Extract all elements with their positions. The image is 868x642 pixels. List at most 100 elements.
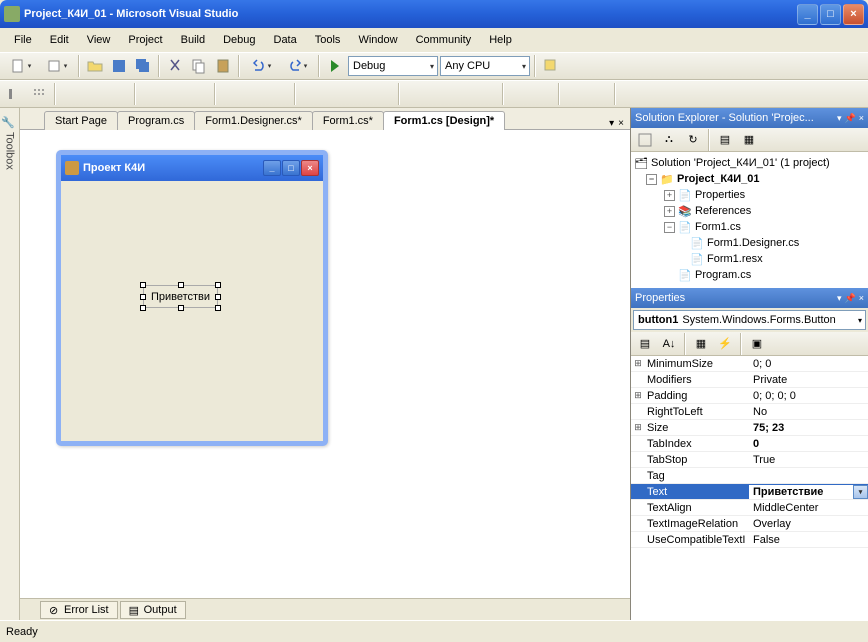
form-close-button[interactable]: × [301,160,319,176]
property-row[interactable]: TextПриветствие▾ [631,484,868,500]
align-tops-icon[interactable] [140,83,162,105]
menu-window[interactable]: Window [350,31,405,49]
prop-value[interactable]: False [749,534,868,546]
prop-value[interactable]: Private [749,374,868,386]
resize-handle-n[interactable] [178,282,184,288]
hspace-remove-icon[interactable] [372,83,394,105]
send-back-icon[interactable] [588,83,610,105]
tab-overflow-icon[interactable]: ▾ [609,118,614,129]
menu-build[interactable]: Build [173,31,213,49]
align-rights-icon[interactable] [108,83,130,105]
align-middles-icon[interactable] [164,83,186,105]
menu-project[interactable]: Project [120,31,170,49]
platform-combo[interactable]: Any CPU [440,56,530,76]
tab-form1-cs[interactable]: Form1.cs* [312,111,384,130]
expander-icon[interactable]: + [664,190,675,201]
form1-designer-node[interactable]: Form1.Designer.cs [707,237,799,249]
prop-dropdown-icon[interactable]: ▾ [853,485,868,499]
config-combo[interactable]: Debug [348,56,438,76]
resize-handle-nw[interactable] [140,282,146,288]
same-height-icon[interactable] [244,83,266,105]
references-node[interactable]: References [695,205,751,217]
tab-start-page[interactable]: Start Page [44,111,118,130]
panel-pin-icon[interactable]: 📌 [845,113,856,124]
prop-value[interactable]: True [749,454,868,466]
design-surface[interactable]: Проект К4И _ □ × Приветстви [20,130,630,598]
property-pages-icon[interactable]: ▣ [746,333,768,355]
property-row[interactable]: TextImageRelationOverlay [631,516,868,532]
property-row[interactable]: ⊞MinimumSize0; 0 [631,356,868,372]
cut-button[interactable] [164,55,186,77]
menu-edit[interactable]: Edit [42,31,77,49]
form-maximize-button[interactable]: □ [282,160,300,176]
resize-handle-ne[interactable] [215,282,221,288]
prop-expander[interactable]: ⊞ [631,422,645,433]
property-grid[interactable]: ⊞MinimumSize0; 0ModifiersPrivate⊞Padding… [631,356,868,548]
vspace-inc-icon[interactable] [428,83,450,105]
save-button[interactable] [108,55,130,77]
tab-close-icon[interactable]: × [618,118,624,129]
align-grid-icon[interactable] [28,83,50,105]
property-row[interactable]: ⊞Padding0; 0; 0; 0 [631,388,868,404]
form-minimize-button[interactable]: _ [263,160,281,176]
resize-handle-w[interactable] [140,294,146,300]
form1-resx-node[interactable]: Form1.resx [707,253,763,265]
output-tab[interactable]: ▤Output [120,601,186,619]
prop-value[interactable]: Приветствие▾ [749,485,868,499]
same-width-icon[interactable] [220,83,242,105]
prop-expander[interactable]: ⊞ [631,358,645,369]
property-row[interactable]: Tag [631,468,868,484]
properties-view-icon[interactable]: ▦ [690,333,712,355]
hspace-equal-icon[interactable] [300,83,322,105]
vspace-remove-icon[interactable] [476,83,498,105]
form1-node[interactable]: Form1.cs [695,221,741,233]
property-row[interactable]: TabIndex0 [631,436,868,452]
properties-node[interactable]: Properties [695,189,745,201]
prop-value[interactable]: 75; 23 [749,422,868,434]
menu-tools[interactable]: Tools [307,31,349,49]
panel-close-icon[interactable]: × [859,293,864,304]
tab-program-cs[interactable]: Program.cs [117,111,195,130]
resize-handle-s[interactable] [178,305,184,311]
prop-value[interactable]: MiddleCenter [749,502,868,514]
prop-value[interactable]: 0 [749,438,868,450]
expander-icon[interactable]: − [646,174,657,185]
property-row[interactable]: RightToLeftNo [631,404,868,420]
align-lefts-icon[interactable] [60,83,82,105]
error-list-tab[interactable]: ⊘Error List [40,601,118,619]
vspace-dec-icon[interactable] [452,83,474,105]
new-project-button[interactable]: ▾ [4,55,38,77]
designed-form[interactable]: Проект К4И _ □ × Приветстви [56,150,328,446]
events-icon[interactable]: ⚡ [714,333,736,355]
prop-expander[interactable]: ⊞ [631,390,645,401]
bring-front-icon[interactable] [564,83,586,105]
align-centers-icon[interactable] [84,83,106,105]
align-left-icon[interactable] [4,83,26,105]
center-vert-icon[interactable] [532,83,554,105]
property-row[interactable]: ModifiersPrivate [631,372,868,388]
alphabetical-icon[interactable]: A↓ [658,333,680,355]
prop-value[interactable]: No [749,406,868,418]
menu-file[interactable]: File [6,31,40,49]
designed-button[interactable]: Приветстви [143,285,218,308]
align-bottoms-icon[interactable] [188,83,210,105]
view-code-icon[interactable]: ▤ [714,129,736,151]
hspace-dec-icon[interactable] [348,83,370,105]
toolbox-tab[interactable]: 🔧 Toolbox [0,108,20,620]
copy-button[interactable] [188,55,210,77]
add-item-button[interactable]: ▾ [40,55,74,77]
center-horiz-icon[interactable] [508,83,530,105]
prop-value[interactable]: 0; 0 [749,358,868,370]
expander-icon[interactable]: + [664,206,675,217]
tab-order-icon[interactable] [620,83,642,105]
menu-data[interactable]: Data [266,31,305,49]
view-designer-icon[interactable]: ▦ [738,129,760,151]
resize-handle-sw[interactable] [140,305,146,311]
property-row[interactable]: UseCompatibleTextIFalse [631,532,868,548]
menu-help[interactable]: Help [481,31,520,49]
project-node[interactable]: Project_К4И_01 [677,173,760,185]
show-all-icon[interactable]: ⛬ [658,129,680,151]
refresh-icon[interactable]: ↻ [682,129,704,151]
close-button[interactable]: × [843,4,864,25]
property-row[interactable]: ⊞Size75; 23 [631,420,868,436]
